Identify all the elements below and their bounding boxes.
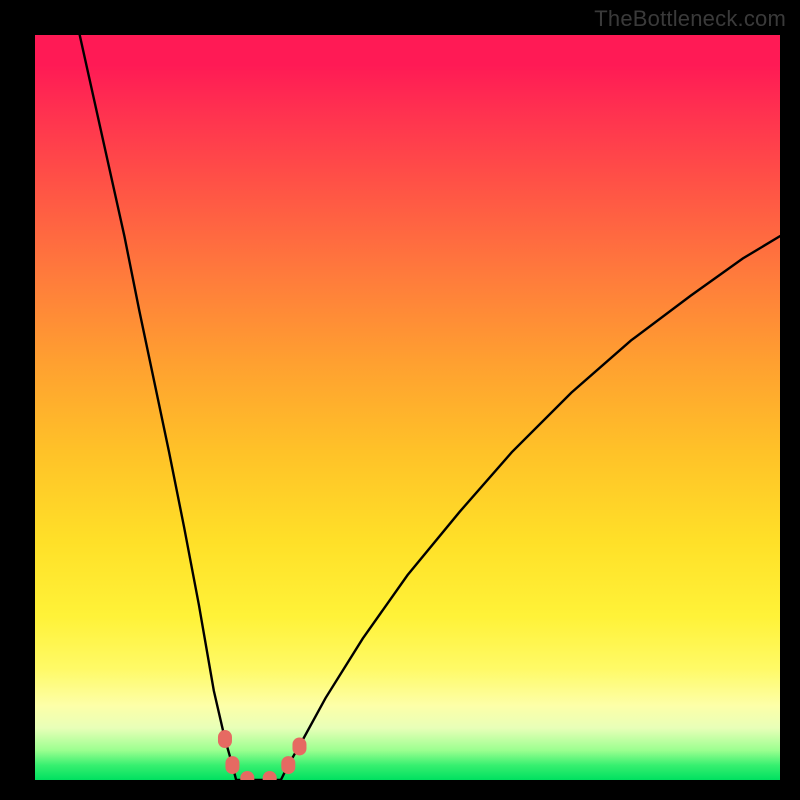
marker-right-upper <box>292 737 306 755</box>
curve-left-branch <box>80 35 236 780</box>
bottleneck-curve-svg <box>35 35 780 780</box>
curve-right-branch <box>281 236 780 780</box>
marker-left-upper <box>218 730 232 748</box>
marker-bottom-right <box>263 771 277 780</box>
marker-right-lower <box>281 756 295 774</box>
chart-frame: TheBottleneck.com <box>0 0 800 800</box>
marker-bottom-left <box>240 771 254 780</box>
marker-left-lower <box>225 756 239 774</box>
watermark-text: TheBottleneck.com <box>594 6 786 32</box>
plot-area <box>35 35 780 780</box>
